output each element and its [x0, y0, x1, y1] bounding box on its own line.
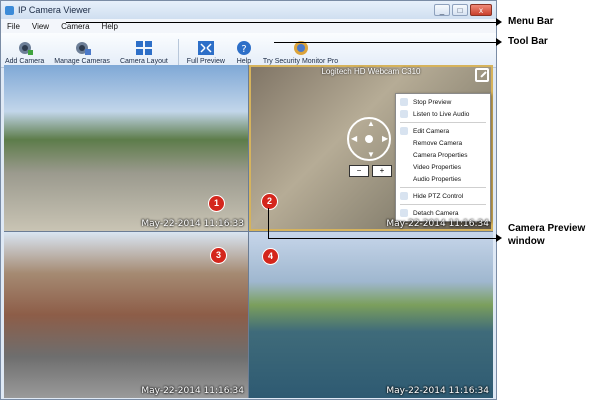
menu-separator [400, 187, 486, 188]
marker-4: 4 [262, 248, 279, 265]
menu-item-edit-camera[interactable]: Edit Camera [396, 125, 490, 137]
blank-icon [400, 175, 408, 183]
menu-file[interactable]: File [7, 22, 20, 31]
close-button[interactable]: x [470, 4, 492, 16]
menu-separator [400, 122, 486, 123]
speaker-icon [400, 110, 408, 118]
annotation-vline-preview [268, 208, 269, 238]
ptz-up-icon[interactable]: ▲ [367, 119, 375, 128]
ptz-right-icon[interactable]: ▶ [382, 134, 388, 143]
full-preview-button[interactable]: Full Preview [187, 40, 225, 65]
menu-item-label: Listen to Live Audio [413, 110, 470, 118]
menu-item-hide-ptz[interactable]: Hide PTZ Control [396, 190, 490, 202]
camera-timestamp: May-22-2014 11:16:33 [141, 219, 244, 229]
zoom-out-button[interactable]: − [349, 165, 369, 177]
menu-item-label: Hide PTZ Control [413, 192, 464, 200]
menu-item-label: Stop Preview [413, 98, 452, 106]
camera-title: Logitech HD Webcam C310 [321, 67, 421, 76]
camera-timestamp: May-22-2014 11:16:34 [386, 386, 489, 396]
menu-item-video-properties[interactable]: Video Properties [396, 161, 490, 173]
cameras-icon [76, 42, 92, 55]
menu-view[interactable]: View [32, 22, 49, 31]
arrowhead-menu-bar [496, 18, 502, 26]
camera-context-menu: Stop Preview Listen to Live Audio Edit C… [395, 93, 491, 222]
full-preview-label: Full Preview [186, 58, 225, 65]
title-bar: IP Camera Viewer _ □ x [1, 1, 496, 19]
annotation-line-preview [268, 238, 496, 239]
detach-icon[interactable] [475, 68, 489, 82]
menu-item-label: Detach Camera [413, 209, 459, 217]
annotation-camera-preview: Camera Preview window [508, 222, 585, 248]
marker-2: 2 [261, 193, 278, 210]
marker-1: 1 [208, 195, 225, 212]
edit-icon [400, 127, 408, 135]
menu-separator [400, 204, 486, 205]
arrowhead-preview [496, 234, 502, 242]
menu-item-label: Remove Camera [413, 139, 463, 147]
try-security-monitor-pro-label: Try Security Monitor Pro [262, 58, 339, 65]
app-window: IP Camera Viewer _ □ x File View Camera … [0, 0, 497, 400]
window-title: IP Camera Viewer [18, 5, 91, 15]
camera-timestamp: May-22-2014 11:16:34 [386, 219, 489, 229]
ptz-left-icon[interactable]: ◀ [351, 134, 357, 143]
toolbar-separator [177, 39, 179, 65]
help-button[interactable]: ? Help [235, 40, 253, 65]
maximize-button[interactable]: □ [452, 4, 468, 16]
camera-icon [18, 42, 33, 55]
help-icon: ? [236, 41, 251, 55]
stop-icon [400, 98, 408, 106]
menu-item-label: Audio Properties [413, 175, 462, 183]
annotation-camera-preview-line2: window [508, 236, 545, 247]
camera-preview-grid: May-22-2014 11:16:33 Logitech HD Webcam … [4, 65, 493, 398]
ptz-icon [400, 192, 408, 200]
menu-item-detach-camera[interactable]: Detach Camera [396, 207, 490, 219]
zoom-in-button[interactable]: + [372, 165, 392, 177]
annotation-camera-preview-line1: Camera Preview [508, 223, 586, 234]
menu-item-label: Edit Camera [413, 127, 450, 135]
blank-icon [400, 151, 408, 159]
fullscreen-icon [197, 41, 214, 55]
app-icon [5, 5, 14, 15]
camera-pane-4[interactable]: May-22-2014 11:16:34 [249, 232, 493, 398]
add-camera-label: Add Camera [5, 58, 45, 65]
menu-item-listen-audio[interactable]: Listen to Live Audio [396, 108, 490, 120]
annotation-tool-bar: Tool Bar [508, 36, 548, 47]
camera-layout-label: Camera Layout [119, 58, 168, 65]
detach-menu-icon [400, 209, 408, 217]
blank-icon [400, 163, 408, 171]
layout-icon [135, 41, 152, 55]
zoom-controls: − + [349, 165, 392, 177]
try-security-monitor-pro-button[interactable]: Try Security Monitor Pro [263, 40, 338, 65]
help-label: Help [236, 58, 252, 65]
ptz-down-icon[interactable]: ▼ [367, 150, 375, 159]
minimize-button[interactable]: _ [434, 4, 450, 16]
menu-item-remove-camera[interactable]: Remove Camera [396, 137, 490, 149]
arrowhead-tool-bar [496, 38, 502, 46]
annotation-line-tool-bar [274, 42, 496, 43]
camera-layout-button[interactable]: Camera Layout [120, 40, 168, 65]
manage-cameras-label: Manage Cameras [54, 58, 110, 65]
menu-item-stop-preview[interactable]: Stop Preview [396, 96, 490, 108]
annotation-menu-bar: Menu Bar [508, 16, 554, 27]
tool-bar: Add Camera Manage Cameras Camera Layout … [1, 33, 496, 68]
annotation-line-menu-bar [66, 22, 496, 23]
camera-timestamp: May-22-2014 11:16:34 [141, 386, 244, 396]
menu-item-label: Camera Properties [413, 151, 468, 159]
ptz-control[interactable]: ▲ ▼ ◀ ▶ [347, 117, 391, 161]
manage-cameras-button[interactable]: Manage Cameras [54, 40, 110, 65]
camera-pane-2[interactable]: Logitech HD Webcam C310 ▲ ▼ ◀ ▶ − + Stop… [249, 65, 493, 231]
add-camera-button[interactable]: Add Camera [5, 40, 44, 65]
menu-item-camera-properties[interactable]: Camera Properties [396, 149, 490, 161]
menu-item-label: Video Properties [413, 163, 461, 171]
svg-text:?: ? [241, 44, 246, 55]
menu-item-audio-properties[interactable]: Audio Properties [396, 173, 490, 185]
blank-icon [400, 139, 408, 147]
marker-3: 3 [210, 247, 227, 264]
ptz-center[interactable] [365, 135, 373, 143]
